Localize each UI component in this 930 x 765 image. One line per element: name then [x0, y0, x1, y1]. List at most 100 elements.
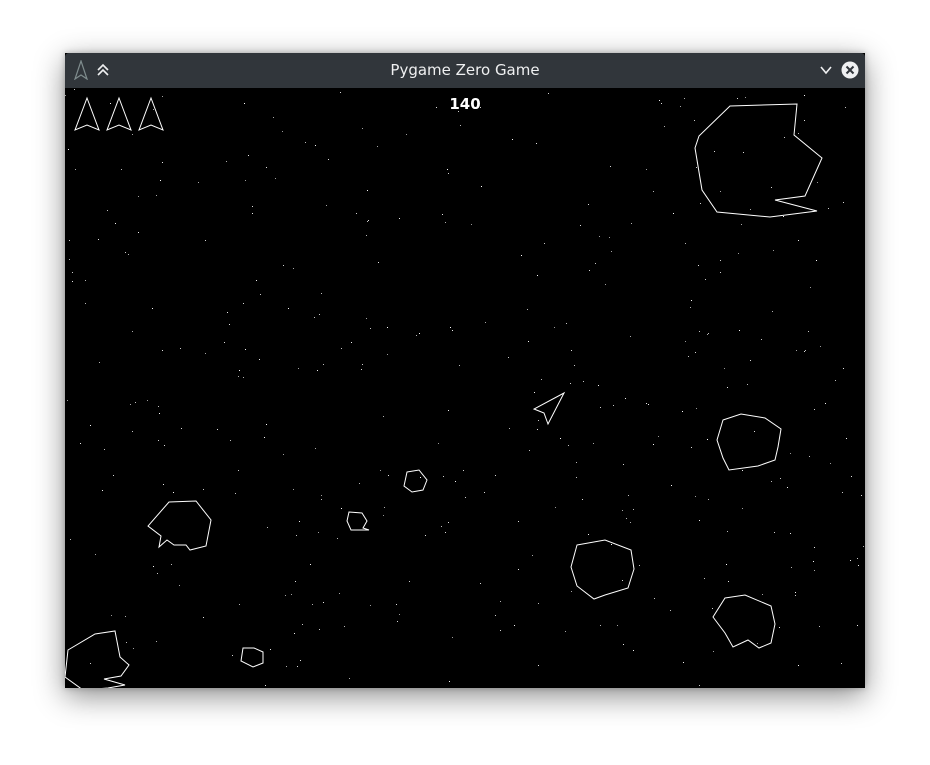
close-circle-icon[interactable]	[840, 60, 860, 80]
star	[481, 186, 482, 187]
star	[70, 539, 71, 540]
star	[384, 507, 385, 508]
star	[297, 666, 298, 667]
star	[125, 252, 126, 253]
star	[383, 515, 384, 516]
life-ship-icon	[106, 96, 132, 131]
star	[448, 410, 449, 411]
star	[283, 265, 284, 266]
star	[298, 368, 299, 369]
star	[399, 218, 400, 219]
star	[252, 213, 253, 214]
star	[688, 356, 689, 357]
chevron-down-icon[interactable]	[816, 60, 836, 80]
star	[699, 685, 700, 686]
star	[857, 625, 858, 626]
star	[698, 265, 699, 266]
star	[728, 581, 729, 582]
star	[452, 330, 453, 331]
star	[147, 400, 148, 401]
star	[850, 560, 851, 561]
star	[115, 223, 116, 224]
star	[661, 103, 662, 104]
double-chevron-up-icon[interactable]	[93, 60, 113, 80]
star	[509, 428, 510, 429]
star	[813, 561, 814, 562]
star	[555, 507, 556, 508]
star	[658, 436, 659, 437]
star	[532, 555, 533, 556]
star	[713, 651, 714, 652]
star	[814, 570, 815, 571]
star	[809, 456, 810, 457]
star	[273, 117, 274, 118]
star	[750, 209, 751, 210]
star	[804, 120, 805, 121]
star	[229, 324, 230, 325]
star	[270, 649, 271, 650]
star	[521, 255, 522, 256]
star	[780, 478, 781, 479]
ship-icon[interactable]	[71, 60, 91, 80]
star	[126, 642, 127, 643]
star	[682, 411, 683, 412]
star	[302, 624, 303, 625]
asteroid-small	[346, 511, 370, 531]
star	[442, 214, 443, 215]
star	[102, 490, 103, 491]
star	[761, 339, 762, 340]
star	[798, 133, 799, 134]
star	[243, 377, 244, 378]
star	[323, 602, 324, 603]
star	[783, 216, 784, 217]
star	[727, 531, 728, 532]
star	[798, 240, 799, 241]
star	[814, 547, 815, 548]
star	[699, 520, 700, 521]
star	[589, 270, 590, 271]
star	[633, 650, 634, 651]
star	[153, 566, 154, 567]
star	[445, 532, 446, 533]
title-bar[interactable]: Pygame Zero Game	[65, 53, 865, 88]
star	[339, 593, 340, 594]
star	[420, 477, 421, 478]
star	[754, 431, 755, 432]
star	[538, 665, 539, 666]
star	[685, 243, 686, 244]
star	[315, 448, 316, 449]
star	[312, 604, 313, 605]
star	[757, 643, 758, 644]
star	[239, 370, 240, 371]
game-canvas[interactable]: 140	[65, 88, 865, 688]
star	[570, 383, 571, 384]
star	[708, 499, 709, 500]
star	[99, 362, 100, 363]
star	[708, 333, 709, 334]
star	[387, 354, 388, 355]
star	[480, 583, 481, 584]
star	[858, 565, 859, 566]
star	[727, 387, 728, 388]
star	[179, 585, 180, 586]
star	[388, 475, 389, 476]
star	[314, 317, 315, 318]
star	[841, 663, 842, 664]
star	[699, 331, 700, 332]
star	[132, 331, 133, 332]
star	[762, 594, 763, 595]
star	[541, 379, 542, 380]
star	[588, 534, 589, 535]
star	[252, 206, 253, 207]
star	[238, 376, 239, 377]
star	[133, 648, 134, 649]
asteroid-small	[240, 647, 264, 668]
star	[69, 259, 70, 260]
star	[611, 544, 612, 545]
star	[152, 308, 153, 309]
star	[646, 169, 647, 170]
star	[691, 447, 692, 448]
star	[65, 95, 66, 96]
star	[804, 351, 805, 352]
star	[230, 440, 231, 441]
